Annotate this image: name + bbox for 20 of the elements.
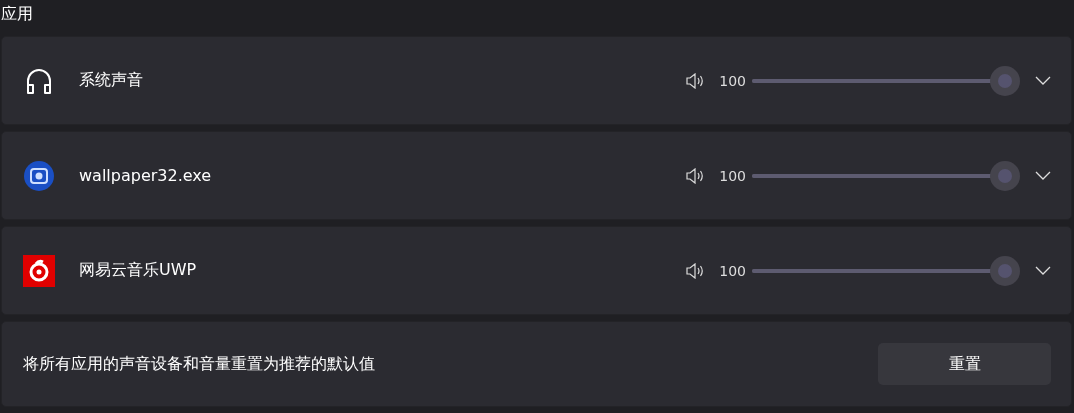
slider-thumb[interactable] [990, 160, 1020, 191]
speaker-icon[interactable] [685, 72, 706, 89]
volume-value: 100 [719, 167, 746, 184]
reset-description: 将所有应用的声音设备和音量重置为推荐的默认值 [23, 353, 375, 375]
slider-thumb[interactable] [990, 255, 1020, 286]
chevron-icon[interactable] [1035, 170, 1051, 181]
app-name: 系统声音 [79, 70, 143, 91]
chevron-icon[interactable] [1035, 265, 1051, 276]
app-name: wallpaper32.exe [79, 166, 212, 185]
chevron-icon[interactable] [1035, 75, 1051, 86]
gear-app-icon [23, 159, 55, 192]
speaker-icon[interactable] [685, 167, 706, 184]
section-title: 应用 [0, 3, 34, 25]
volume-value: 100 [719, 72, 746, 89]
reset-button[interactable]: 重置 [878, 343, 1051, 385]
volume-value: 100 [719, 262, 746, 279]
music-app-icon [23, 254, 55, 287]
slider-thumb[interactable] [990, 65, 1020, 96]
app-name: 网易云音乐UWP [79, 260, 197, 281]
speaker-icon[interactable] [685, 262, 706, 279]
